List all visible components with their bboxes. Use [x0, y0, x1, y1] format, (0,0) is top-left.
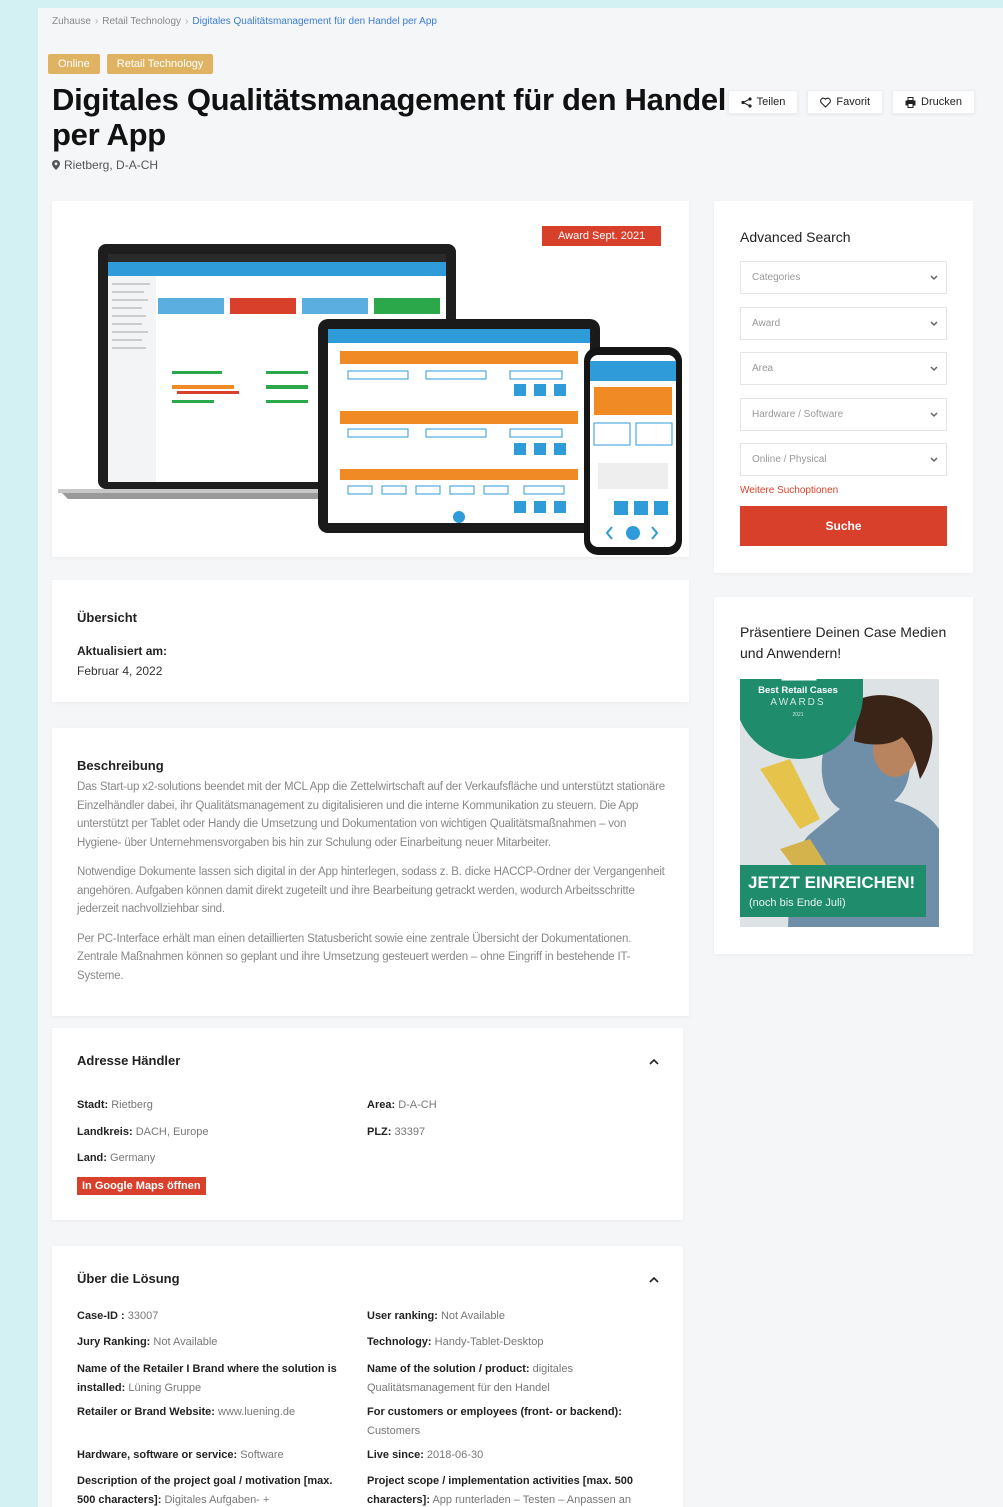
retailer-field: Name of the Retailer I Brand where the s… — [77, 1363, 337, 1394]
hardware-field: Hardware, software or service: Software — [77, 1449, 284, 1461]
chevron-up-icon[interactable] — [649, 1059, 659, 1065]
breadcrumb-current[interactable]: Digitales Qualitätsmanagement für den Ha… — [192, 16, 437, 27]
district-field: Landkreis: DACH, Europe — [77, 1126, 209, 1138]
select-value: Area — [752, 363, 774, 374]
print-button[interactable]: Drucken — [892, 90, 975, 114]
online-physical-select[interactable]: Online / Physical — [740, 443, 947, 476]
promo-banner[interactable]: Best Retail Cases AWARDS 2021 JETZT EINR… — [740, 679, 939, 927]
select-value: Hardware / Software — [752, 409, 844, 420]
promo-cta-title: JETZT EINREICHEN! — [748, 873, 916, 892]
page-title: Digitales Qualitätsmanagement für den Ha… — [52, 82, 727, 152]
advanced-search-card: Advanced Search Categories Award Area Ha… — [714, 201, 973, 573]
chevron-up-icon[interactable] — [649, 1277, 659, 1283]
awards-logo-title: Best Retail Cases — [758, 685, 838, 696]
overview-card: Übersicht Aktualisiert am: Februar 4, 20… — [52, 580, 689, 702]
heart-icon — [820, 97, 832, 108]
actions-bar: Teilen Favorit Drucken — [727, 90, 975, 114]
awards-logo-year: 2021 — [792, 712, 804, 718]
updated-label: Aktualisiert am: — [77, 644, 168, 658]
solution-heading: Über die Lösung — [77, 1271, 180, 1286]
printer-icon — [905, 96, 916, 108]
description-heading: Beschreibung — [77, 758, 164, 773]
country-field: Land: Germany — [77, 1152, 156, 1164]
favorite-label: Favorit — [836, 96, 871, 108]
location-text: Rietberg, D-A-CH — [64, 158, 159, 172]
product-field: Name of the solution / product: digitale… — [367, 1363, 573, 1394]
area-select[interactable]: Area — [740, 352, 947, 385]
description-paragraph: Das Start-up x2-solutions beendet mit de… — [77, 781, 665, 849]
select-value: Online / Physical — [752, 454, 827, 465]
award-select[interactable]: Award — [740, 307, 947, 340]
print-label: Drucken — [921, 96, 962, 108]
more-search-options-link[interactable]: Weitere Suchoptionen — [740, 485, 838, 496]
search-heading: Advanced Search — [740, 229, 851, 245]
hero-image-card: Award Sept. 2021 — [52, 201, 689, 557]
promo-title: Präsentiere Deinen Case Medien und Anwen… — [740, 624, 947, 661]
search-button[interactable]: Suche — [740, 506, 947, 546]
technology-field: Technology: Handy-Tablet-Desktop — [367, 1336, 544, 1348]
updated-value: Februar 4, 2022 — [77, 664, 163, 678]
page: Zuhause › Retail Technology › Digitales Qual… — [38, 8, 1003, 1507]
breadcrumb-separator: › — [94, 16, 99, 27]
case-id-field: Case-ID : 33007 — [77, 1310, 159, 1322]
live-since-field: Live since: 2018-06-30 — [367, 1449, 484, 1461]
promo-card: Präsentiere Deinen Case Medien und Anwen… — [714, 597, 973, 954]
breadcrumb-separator: › — [185, 16, 189, 27]
description-text: Das Start-up x2-solutions beendet mit de… — [77, 778, 669, 996]
customers-field: For customers or employees (front- or ba… — [367, 1406, 622, 1437]
chevron-down-icon — [930, 412, 938, 418]
breadcrumb: Zuhause › Retail Technology › Digitales Qual… — [52, 16, 437, 27]
categories-select[interactable]: Categories — [740, 261, 947, 294]
hardware-software-select[interactable]: Hardware / Software — [740, 398, 947, 431]
zip-field: PLZ: 33397 — [367, 1126, 426, 1138]
description-card: Beschreibung Das Start-up x2-solutions b… — [52, 728, 689, 1016]
address-heading: Adresse Händler — [77, 1053, 181, 1068]
badge-category[interactable]: Retail Technology — [106, 54, 214, 74]
breadcrumb-category[interactable]: Retail Technology — [102, 16, 181, 27]
favorite-button[interactable]: Favorit — [807, 90, 884, 114]
chevron-down-icon — [930, 321, 938, 327]
address-card: Adresse Händler Stadt: Rietberg Area: D-… — [52, 1028, 683, 1220]
share-label: Teilen — [756, 96, 786, 108]
share-button[interactable]: Teilen — [727, 90, 799, 114]
chevron-down-icon — [930, 366, 938, 372]
share-icon — [741, 96, 752, 108]
solution-card: Über die Lösung Case-ID : 33007 User ran… — [52, 1246, 683, 1507]
website-field: Retailer or Brand Website: www.luening.d… — [77, 1406, 296, 1418]
badge-online[interactable]: Online — [48, 54, 100, 74]
device-mockup-image[interactable] — [52, 201, 689, 557]
goal-field: Description of the project goal / motiva… — [77, 1475, 333, 1506]
description-paragraph: Per PC-Interface erhält man einen detail… — [77, 932, 632, 982]
location-pin-icon — [52, 160, 60, 170]
overview-heading: Übersicht — [77, 610, 137, 625]
award-logo-icon — [781, 679, 817, 681]
chevron-down-icon — [930, 275, 938, 281]
location: Rietberg, D-A-CH — [52, 158, 158, 172]
user-ranking-field: User ranking: Not Available — [367, 1310, 505, 1322]
jury-ranking-field: Jury Ranking: Not Available — [77, 1336, 218, 1348]
area-field: Area: D-A-CH — [367, 1099, 437, 1111]
select-value: Categories — [752, 272, 801, 283]
breadcrumb-home[interactable]: Zuhause — [52, 16, 91, 27]
google-maps-button[interactable]: In Google Maps öffnen — [77, 1177, 206, 1195]
city-field: Stadt: Rietberg — [77, 1099, 153, 1111]
promo-cta-band: JETZT EINREICHEN! (noch bis Ende Juli) — [740, 865, 926, 917]
scope-field: Project scope / implementation activitie… — [367, 1475, 633, 1506]
chevron-down-icon — [930, 457, 938, 463]
badges: Online Retail Technology — [48, 54, 214, 74]
select-value: Award — [752, 318, 781, 329]
promo-cta-sub: (noch bis Ende Juli) — [749, 897, 846, 909]
awards-logo-sub: AWARDS — [770, 697, 826, 708]
description-paragraph: Notwendige Dokumente lassen sich digital… — [77, 866, 665, 915]
